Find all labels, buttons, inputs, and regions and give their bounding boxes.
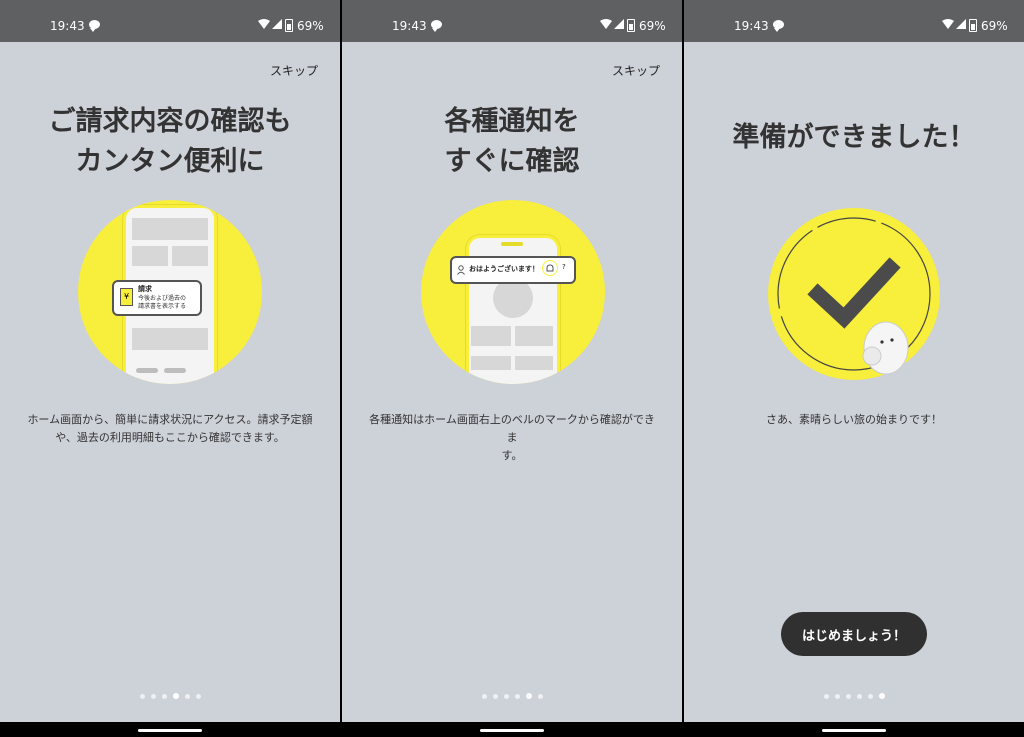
signal-icon — [956, 19, 966, 29]
page-dot — [514, 694, 520, 699]
page-dot — [823, 694, 829, 699]
yen-icon: ¥ — [120, 288, 133, 306]
battery-icon — [627, 19, 635, 32]
wifi-icon — [258, 19, 270, 29]
title-line-1: ご請求内容の確認も — [48, 106, 292, 137]
title-line-2: すぐに確認 — [444, 146, 580, 177]
home-handle[interactable] — [822, 729, 886, 732]
get-started-button[interactable]: はじめましょう！ — [781, 612, 927, 656]
page-dot — [845, 694, 851, 699]
page-dot — [150, 694, 156, 699]
page-dot — [492, 694, 498, 699]
page-description: ホーム画面から、簡単に請求状況にアクセス。請求予定額 や、過去の利用明細もここか… — [27, 413, 313, 444]
greeting-text: おはようございます！ — [469, 265, 539, 273]
battery-icon — [285, 19, 293, 32]
page-dot — [503, 694, 509, 699]
page-dot — [161, 694, 167, 699]
page-dot-active — [878, 693, 885, 699]
ready-illustration — [768, 208, 940, 380]
navigation-bar — [0, 722, 340, 737]
page-dot — [867, 694, 873, 699]
mascot-icon — [862, 321, 909, 375]
chat-icon — [431, 20, 442, 32]
page-indicator — [0, 684, 340, 703]
status-time: 19:43 — [734, 19, 769, 33]
title-line-2: カンタン便利に — [75, 146, 265, 177]
status-time: 19:43 — [392, 19, 427, 33]
page-title: ご請求内容の確認も カンタン便利に — [0, 102, 340, 182]
page-title: 準備ができました！ — [732, 122, 976, 153]
help-icon: ? — [562, 263, 566, 271]
battery-percent: 69% — [297, 19, 324, 33]
page-description: 各種通知はホーム画面右上のベルのマークから確認ができま す。 — [369, 413, 655, 462]
page-dot — [195, 694, 201, 699]
greeting-card: おはようございます！ ? — [450, 256, 576, 284]
page-dot — [139, 694, 145, 699]
chat-icon — [773, 20, 784, 32]
navigation-bar — [342, 722, 682, 737]
status-bar: 19:43 69% — [342, 0, 682, 42]
wifi-icon — [600, 19, 612, 29]
avatar — [493, 278, 533, 318]
page-dot — [856, 694, 862, 699]
user-icon — [457, 265, 465, 275]
page-dot — [537, 694, 543, 699]
signal-icon — [614, 19, 624, 29]
onboarding-panel-billing: 19:43 69% スキップ ご請求内容の確認も カンタン便利に ¥ 請求 今後… — [0, 0, 340, 737]
onboarding-panel-ready: 19:43 69% 準備ができました！ さあ、素晴らしい旅の始まりです！ はじめ… — [684, 0, 1024, 737]
signal-icon — [272, 19, 282, 29]
page-dot-active — [525, 693, 532, 699]
battery-icon — [969, 19, 977, 32]
onboarding-panel-notifications: 19:43 69% スキップ 各種通知を すぐに確認 おはようございます！ ? … — [342, 0, 682, 737]
card-line-2: 請求書を表示する — [138, 303, 187, 310]
page-indicator — [684, 684, 1024, 703]
battery-percent: 69% — [639, 19, 666, 33]
page-dot — [834, 694, 840, 699]
status-time: 19:43 — [50, 19, 85, 33]
wifi-icon — [942, 19, 954, 29]
notification-illustration — [421, 200, 605, 384]
navigation-bar — [684, 722, 1024, 737]
page-title: 各種通知を すぐに確認 — [342, 102, 682, 182]
battery-percent: 69% — [981, 19, 1008, 33]
skip-button[interactable]: スキップ — [270, 62, 318, 79]
bell-icon — [542, 260, 558, 276]
page-description: さあ、素晴らしい旅の始まりです！ — [766, 413, 942, 426]
page-dot-active — [172, 693, 179, 699]
status-bar: 19:43 69% — [0, 0, 340, 42]
page-indicator — [342, 684, 682, 703]
page-dot — [481, 694, 487, 699]
chat-icon — [89, 20, 100, 32]
page-dot — [184, 694, 190, 699]
skip-button[interactable]: スキップ — [612, 62, 660, 79]
title-line-1: 各種通知を — [444, 106, 580, 137]
billing-card: ¥ 請求 今後および過去の 請求書を表示する — [112, 280, 202, 316]
home-handle[interactable] — [138, 729, 202, 732]
status-bar: 19:43 69% — [684, 0, 1024, 42]
home-handle[interactable] — [480, 729, 544, 732]
